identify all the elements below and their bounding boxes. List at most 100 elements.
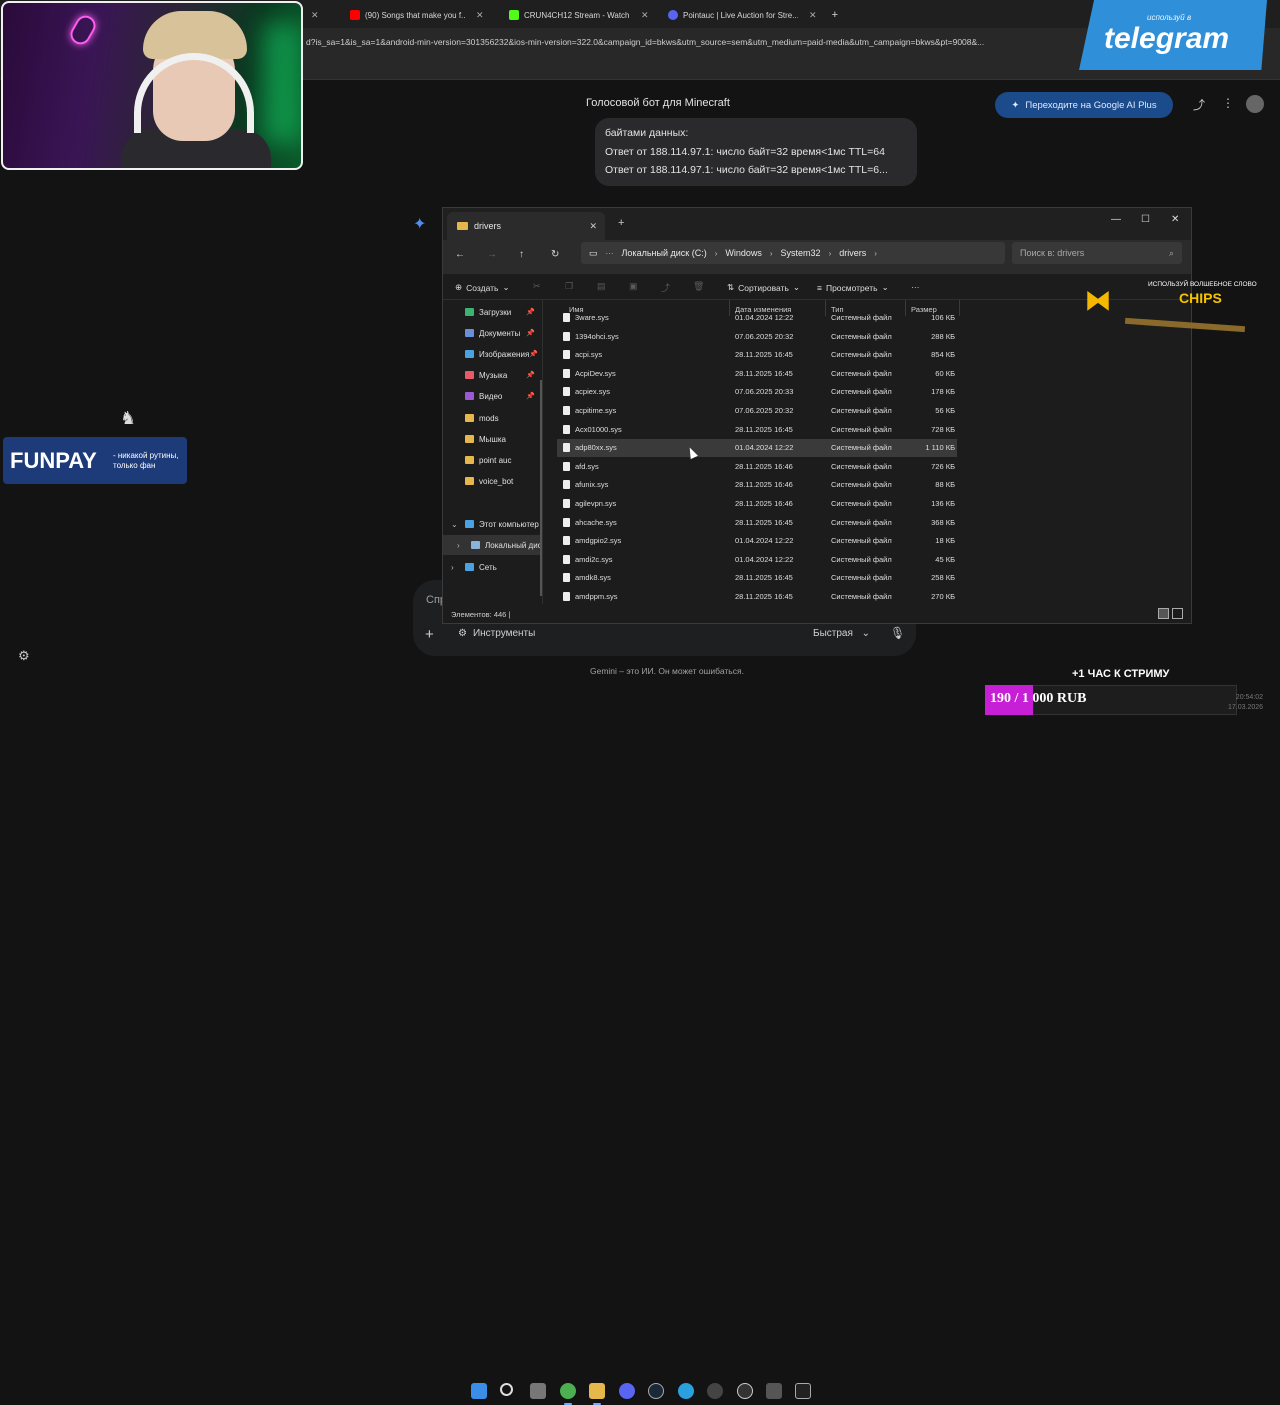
forward-icon[interactable]: → <box>487 249 497 260</box>
sidebar-item[interactable]: Изображения 📌 <box>443 344 541 364</box>
clock-time: 20:54:02 <box>1235 694 1264 701</box>
paste-icon[interactable]: ▤ <box>597 281 606 292</box>
more-icon[interactable]: ··· <box>606 249 614 258</box>
upgrade-button[interactable]: ✦ Переходите на Google AI Plus <box>995 92 1173 118</box>
table-row[interactable]: acpi.sys 28.11.2025 16:45 Системный файл 85… <box>557 346 957 364</box>
sidebar-item[interactable]: Музыка 📌 <box>443 365 541 385</box>
close-icon[interactable]: ✕ <box>809 10 817 21</box>
terminal-icon[interactable] <box>795 1383 811 1399</box>
browser-tab-pointauc[interactable]: Pointauc | Live Auction for Stre... ✕ + <box>668 5 838 25</box>
sidebar-item[interactable]: voice_bot <box>443 471 541 491</box>
tools-button[interactable]: ⚙ Инструменты <box>458 628 535 639</box>
table-row[interactable]: afunix.sys 28.11.2025 16:46 Системный файл… <box>557 476 957 494</box>
system-file-icon <box>563 313 570 322</box>
chevron-right-icon[interactable]: › <box>451 563 454 572</box>
sidebar-item[interactable]: Документы 📌 <box>443 323 541 343</box>
table-row[interactable]: amdi2c.sys 01.04.2024 12:22 Системный файл… <box>557 551 957 569</box>
refresh-icon[interactable]: ↻ <box>551 249 559 260</box>
sidebar-item[interactable]: ⌄ Этот компьютер <box>443 514 541 534</box>
file-name: acpi.sys <box>575 350 603 360</box>
app-icon[interactable] <box>766 1383 782 1399</box>
search-icon[interactable] <box>500 1383 513 1396</box>
share-icon[interactable]: ⤴ <box>661 281 670 294</box>
system-file-icon <box>563 461 570 471</box>
sidebar-item[interactable]: mods <box>443 408 541 428</box>
search-icon: ⌕ <box>1168 247 1174 258</box>
breadcrumb-item[interactable]: System32 <box>781 248 821 258</box>
table-row[interactable]: amdgpio2.sys 01.04.2024 12:22 Системный фа… <box>557 532 957 550</box>
chevron-right-icon[interactable]: › <box>457 541 460 550</box>
minimize-icon[interactable]: — <box>1111 214 1121 225</box>
up-icon[interactable]: ↑ <box>519 249 524 260</box>
browser-tab-youtube[interactable]: (90) Songs that make you f... ✕ <box>350 5 495 25</box>
breadcrumb-item[interactable]: Windows <box>725 248 762 258</box>
close-icon[interactable]: ✕ <box>641 10 649 21</box>
table-row[interactable]: ahcache.sys 28.11.2025 16:45 Системный фай… <box>557 514 957 532</box>
table-row[interactable]: afd.sys 28.11.2025 16:46 Системный файл 726… <box>557 458 957 476</box>
app-icon[interactable] <box>707 1383 723 1399</box>
copy-icon[interactable]: ❐ <box>565 281 573 292</box>
sidebar-item[interactable]: point auc <box>443 450 541 470</box>
tab-close-prev[interactable]: ✕ <box>305 5 319 25</box>
chrome-icon[interactable] <box>560 1383 576 1405</box>
new-tab-icon[interactable]: + <box>618 217 624 229</box>
breadcrumb[interactable]: ▭ ··· Локальный диск (C:) › Windows › Sy… <box>581 242 1005 264</box>
delete-icon[interactable]: 🗑 <box>693 281 704 292</box>
sidebar-item[interactable]: › Сеть <box>443 557 541 577</box>
avatar[interactable] <box>1246 95 1264 113</box>
more-vert-icon[interactable]: ⋮ <box>1222 96 1234 110</box>
table-row[interactable]: amdk8.sys 28.11.2025 16:45 Системный файл 2… <box>557 569 957 587</box>
file-explorer-icon[interactable] <box>589 1383 605 1405</box>
maximize-icon[interactable]: ☐ <box>1141 214 1150 225</box>
close-icon[interactable]: ✕ <box>311 10 319 21</box>
share-icon[interactable]: ⤴ <box>1193 96 1205 113</box>
more-icon[interactable]: ··· <box>911 282 920 292</box>
search-input[interactable]: Поиск в: drivers ⌕ <box>1012 242 1182 264</box>
close-icon[interactable]: ✕ <box>589 221 597 232</box>
create-button[interactable]: ⊕ Создать ⌄ <box>455 282 510 293</box>
sidebar-item[interactable]: Загрузки 📌 <box>443 302 541 322</box>
close-window-icon[interactable]: ✕ <box>1171 214 1179 225</box>
microphone-icon[interactable]: 🎙 <box>890 626 905 640</box>
back-icon[interactable]: ← <box>455 249 465 260</box>
table-row[interactable]: acpitime.sys 07.06.2025 20:32 Системный фа… <box>557 402 957 420</box>
settings-icon[interactable]: ⚙ <box>18 648 30 664</box>
upgrade-label: Переходите на Google AI Plus <box>1025 99 1157 111</box>
telegram-icon[interactable] <box>678 1383 694 1399</box>
breadcrumb-item[interactable]: drivers <box>839 248 866 258</box>
add-icon[interactable]: + <box>425 626 434 643</box>
tiles-view-icon[interactable] <box>1172 608 1183 619</box>
new-tab-button[interactable]: + <box>832 9 838 21</box>
sidebar-item[interactable]: › Локальный диск <box>443 535 541 555</box>
breadcrumb-item[interactable]: Локальный диск (C:) <box>622 248 707 258</box>
rename-icon[interactable]: ▣ <box>629 281 638 292</box>
table-row[interactable]: 3ware.sys 01.04.2024 12:22 Системный файл 1… <box>557 309 957 327</box>
explorer-tab[interactable]: drivers ✕ <box>447 212 605 240</box>
browser-tab-kick[interactable]: CRUN4CH12 Stream - Watch Li... ✕ <box>509 5 654 25</box>
sidebar-item[interactable]: Видео 📌 <box>443 386 541 406</box>
close-icon[interactable]: ✕ <box>476 10 484 21</box>
file-size: 1 110 КБ <box>925 443 955 453</box>
discord-icon[interactable] <box>619 1383 635 1399</box>
table-row[interactable]: adp80xx.sys 01.04.2024 12:22 Системный фай… <box>557 439 957 458</box>
view-toggle[interactable] <box>1158 608 1184 620</box>
sidebar-item[interactable]: Мышка <box>443 429 541 449</box>
sort-button[interactable]: ⇅ Сортировать ⌄ <box>727 282 800 293</box>
obs-icon[interactable] <box>737 1383 753 1399</box>
table-row[interactable]: Acx01000.sys 28.11.2025 16:45 Системный фа… <box>557 421 957 439</box>
details-view-icon[interactable] <box>1158 608 1169 619</box>
sidebar-scrollbar[interactable] <box>540 380 542 596</box>
steam-icon[interactable] <box>648 1383 664 1399</box>
model-selector[interactable]: Быстрая ⌄ <box>813 628 870 639</box>
table-row[interactable]: agilevpn.sys 28.11.2025 16:46 Системный фа… <box>557 495 957 513</box>
view-button[interactable]: ≡ Просмотреть ⌄ <box>817 282 889 293</box>
chevron-down-icon[interactable]: ⌄ <box>451 520 458 529</box>
table-row[interactable]: acpiex.sys 07.06.2025 20:33 Системный файл… <box>557 383 957 401</box>
cut-icon[interactable]: ✂ <box>533 281 541 292</box>
sidebar-item-label: point auc <box>479 455 512 465</box>
table-row[interactable]: amdppm.sys 28.11.2025 16:45 Системный файл… <box>557 588 957 606</box>
table-row[interactable]: AcpiDev.sys 28.11.2025 16:45 Системный фай… <box>557 365 957 383</box>
windows-start-icon[interactable] <box>471 1383 487 1399</box>
task-view-icon[interactable] <box>530 1383 546 1399</box>
table-row[interactable]: 1394ohci.sys 07.06.2025 20:32 Системный фа… <box>557 328 957 346</box>
